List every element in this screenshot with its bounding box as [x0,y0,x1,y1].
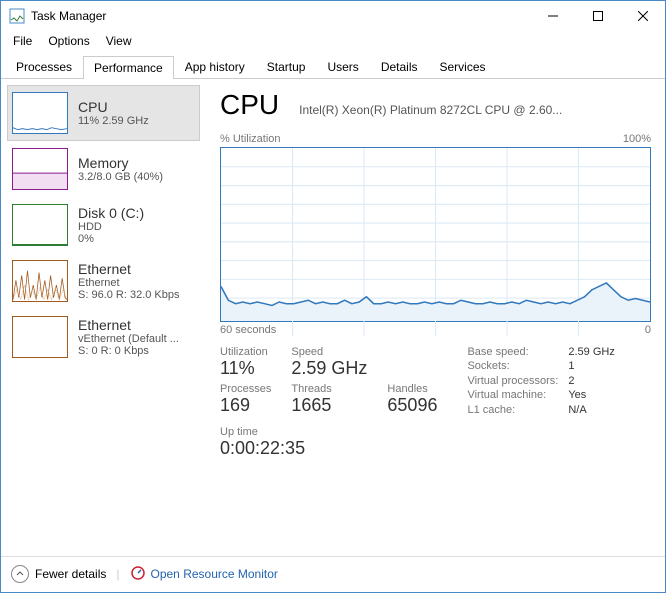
cpu-chart [220,147,651,322]
uptime-label: Up time [220,426,651,438]
sidebar-disk-sub: HDD [78,221,144,233]
sidebar-item-ethernet-0[interactable]: Ethernet Ethernet S: 96.0 R: 32.0 Kbps [7,253,200,309]
tab-app-history[interactable]: App history [174,55,256,78]
cpu-model: Intel(R) Xeon(R) Platinum 8272CL CPU @ 2… [299,103,651,117]
sidebar-eth0-sub: Ethernet [78,277,180,289]
menu-view[interactable]: View [98,32,140,50]
menu-options[interactable]: Options [40,32,97,50]
l1-value: N/A [568,404,614,416]
vproc-value: 2 [568,375,614,387]
vm-value: Yes [568,389,614,401]
minimize-button[interactable] [530,1,575,31]
close-button[interactable] [620,1,665,31]
window-title: Task Manager [31,9,530,23]
main-panel: CPU Intel(R) Xeon(R) Platinum 8272CL CPU… [206,79,665,556]
tab-strip: Processes Performance App history Startu… [1,51,665,79]
open-resource-monitor-link[interactable]: Open Resource Monitor [130,565,278,584]
sidebar-item-disk[interactable]: Disk 0 (C:) HDD 0% [7,197,200,253]
menu-file[interactable]: File [5,32,40,50]
vproc-label: Virtual processors: [467,375,558,387]
tab-details[interactable]: Details [370,55,429,78]
utilization-value: 11% [220,358,271,379]
threads-value: 1665 [291,395,367,416]
app-icon [9,8,25,24]
sidebar-eth1-sub2: S: 0 R: 0 Kbps [78,345,179,357]
sidebar-eth1-title: Ethernet [78,317,179,333]
sidebar: CPU 11% 2.59 GHz Memory 3.2/8.0 GB (40%)… [1,79,206,556]
sidebar-eth1-sub: vEthernet (Default ... [78,333,179,345]
tab-users[interactable]: Users [316,55,369,78]
sidebar-eth0-title: Ethernet [78,261,180,277]
cpu-thumb [12,92,68,134]
utilization-label: Utilization [220,346,271,358]
sidebar-disk-title: Disk 0 (C:) [78,205,144,221]
sidebar-item-memory[interactable]: Memory 3.2/8.0 GB (40%) [7,141,200,197]
l1-label: L1 cache: [467,404,558,416]
sockets-value: 1 [568,360,614,372]
fewer-details-button[interactable]: Fewer details [11,565,106,583]
memory-thumb [12,148,68,190]
sidebar-cpu-title: CPU [78,99,149,115]
speed-value: 2.59 GHz [291,358,367,379]
sidebar-memory-title: Memory [78,155,163,171]
resource-monitor-icon [130,565,146,584]
processes-label: Processes [220,383,271,395]
sockets-label: Sockets: [467,360,558,372]
sidebar-disk-sub2: 0% [78,233,144,245]
vm-label: Virtual machine: [467,389,558,401]
sidebar-memory-sub: 3.2/8.0 GB (40%) [78,171,163,183]
speed-label: Speed [291,346,367,358]
handles-value: 65096 [387,395,437,416]
chart-label-top-right: 100% [623,133,651,145]
sidebar-eth0-sub2: S: 96.0 R: 32.0 Kbps [78,289,180,301]
tab-performance[interactable]: Performance [83,56,174,79]
footer: Fewer details | Open Resource Monitor [1,556,665,591]
disk-thumb [12,204,68,246]
processes-value: 169 [220,395,271,416]
page-title: CPU [220,89,279,121]
maximize-button[interactable] [575,1,620,31]
eth1-thumb [12,316,68,358]
eth0-thumb [12,260,68,302]
separator: | [116,567,119,581]
tab-services[interactable]: Services [429,55,497,78]
tab-processes[interactable]: Processes [5,55,83,78]
menubar: File Options View [1,31,665,51]
titlebar: Task Manager [1,1,665,31]
uptime-value: 0:00:22:35 [220,438,651,459]
chart-label-top-left: % Utilization [220,133,281,145]
sidebar-item-ethernet-1[interactable]: Ethernet vEthernet (Default ... S: 0 R: … [7,309,200,365]
tab-startup[interactable]: Startup [256,55,317,78]
handles-label: Handles [387,383,437,395]
base-speed-label: Base speed: [467,346,558,358]
sidebar-item-cpu[interactable]: CPU 11% 2.59 GHz [7,85,200,141]
chevron-up-icon [11,565,29,583]
threads-label: Threads [291,383,367,395]
base-speed-value: 2.59 GHz [568,346,614,358]
sidebar-cpu-sub: 11% 2.59 GHz [78,115,149,127]
